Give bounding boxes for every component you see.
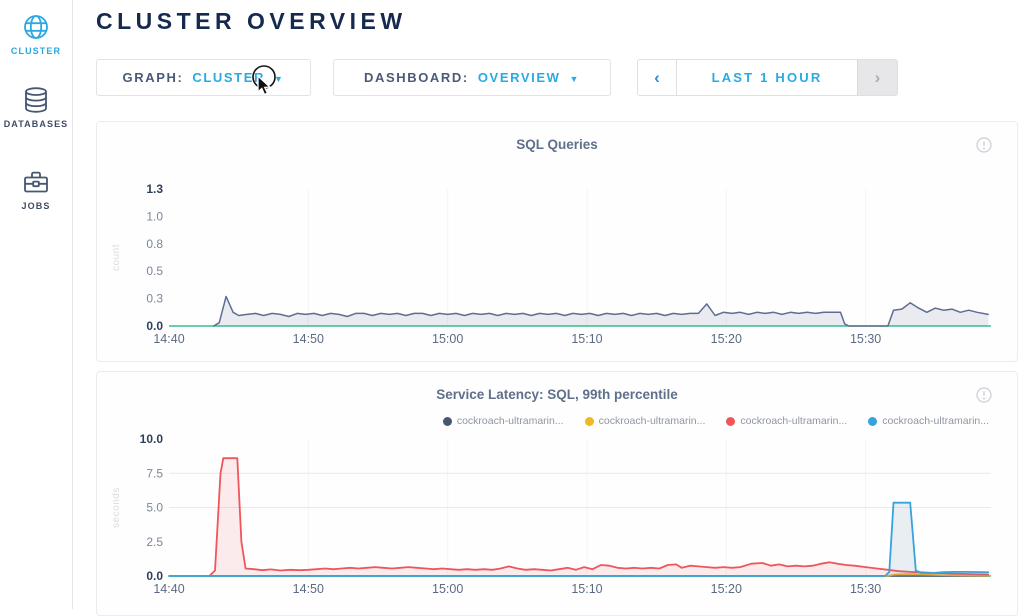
graph-dropdown[interactable]: GRAPH: CLUSTER ▼ (96, 59, 311, 96)
svg-text:15:00: 15:00 (432, 582, 463, 596)
sidebar-item-jobs[interactable]: JOBS (0, 167, 72, 211)
svg-text:15:30: 15:30 (850, 332, 881, 346)
svg-text:14:40: 14:40 (153, 582, 184, 596)
svg-text:seconds: seconds (111, 487, 122, 528)
svg-text:14:50: 14:50 (293, 582, 324, 596)
svg-text:15:20: 15:20 (711, 582, 742, 596)
service-latency-chart[interactable]: 10.0 7.5 5.0 2.5 0.014:40 14:50 15:00 15:10 15:2… (97, 372, 1017, 615)
svg-text:15:30: 15:30 (850, 582, 881, 596)
svg-text:0.0: 0.0 (146, 569, 163, 583)
graph-dropdown-value: CLUSTER (192, 70, 265, 85)
svg-text:0.8: 0.8 (146, 237, 163, 251)
time-prev-button[interactable]: ‹ (637, 59, 677, 96)
sidebar-item-label: CLUSTER (0, 46, 72, 56)
svg-text:0.5: 0.5 (146, 264, 163, 278)
time-window-selector: ‹ LAST 1 HOUR › (637, 59, 898, 96)
svg-text:1.0: 1.0 (146, 209, 163, 223)
svg-text:15:10: 15:10 (571, 332, 602, 346)
sidebar-item-label: JOBS (0, 201, 72, 211)
svg-text:15:00: 15:00 (432, 332, 463, 346)
svg-text:1.3: 1.3 (146, 182, 163, 196)
sidebar-item-databases[interactable]: DATABASES (0, 86, 72, 129)
sidebar-item-cluster[interactable]: CLUSTER (0, 13, 72, 56)
svg-text:15:20: 15:20 (711, 332, 742, 346)
dashboard-dropdown[interactable]: DASHBOARD: OVERVIEW ▼ (333, 59, 611, 96)
briefcase-icon (21, 167, 51, 197)
svg-text:count: count (111, 244, 122, 271)
svg-text:0.3: 0.3 (146, 292, 163, 306)
sidebar-item-label: DATABASES (0, 119, 72, 129)
svg-text:7.5: 7.5 (146, 466, 163, 480)
chevron-down-icon: ▼ (274, 74, 285, 84)
svg-text:2.5: 2.5 (146, 535, 163, 549)
dashboard-dropdown-label: DASHBOARD: (364, 70, 469, 85)
time-window-label[interactable]: LAST 1 HOUR (677, 59, 857, 96)
chart-panel-service-latency: Service Latency: SQL, 99th percentile co… (96, 371, 1018, 616)
svg-text:5.0: 5.0 (146, 501, 163, 515)
svg-text:14:40: 14:40 (153, 332, 184, 346)
globe-icon (21, 13, 51, 42)
database-icon (21, 86, 51, 115)
page-title: CLUSTER OVERVIEW (96, 8, 407, 35)
svg-text:14:50: 14:50 (293, 332, 324, 346)
sql-queries-chart[interactable]: 1.3 1.0 0.8 0.5 0.3 0.014:40 14:50 15:00 15:10 15… (97, 122, 1017, 361)
graph-dropdown-label: GRAPH: (123, 70, 184, 85)
chart-panel-sql-queries: SQL Queries 1.31.00.80.50.30.014:4014:50… (96, 121, 1018, 362)
svg-text:15:10: 15:10 (571, 582, 602, 596)
chevron-down-icon: ▼ (569, 74, 580, 84)
sidebar: CLUSTER DATABASES JOBS (0, 0, 73, 609)
svg-text:10.0: 10.0 (140, 432, 164, 446)
dashboard-dropdown-value: OVERVIEW (478, 70, 561, 85)
svg-text:0.0: 0.0 (146, 319, 163, 333)
time-next-button: › (857, 59, 898, 96)
